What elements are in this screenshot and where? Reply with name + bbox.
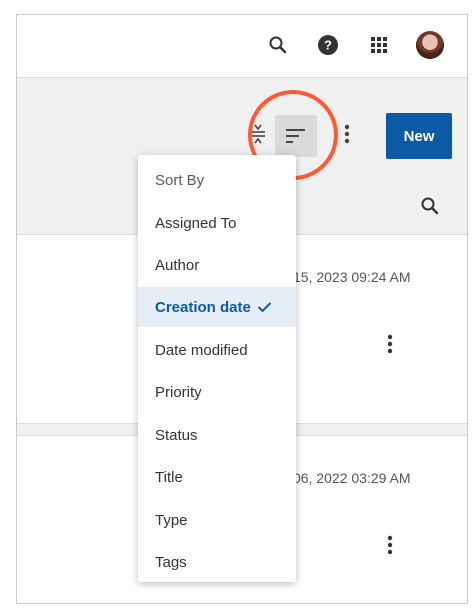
menu-item-label: Tags	[155, 553, 187, 571]
sort-option-creation-date[interactable]: Creation date	[138, 287, 296, 327]
menu-item-label: Date modified	[155, 341, 248, 359]
sort-option-tags[interactable]: Tags	[138, 542, 296, 582]
collapse-icon[interactable]	[243, 119, 273, 149]
menu-item-label: Priority	[155, 383, 202, 401]
sort-option-assigned-to[interactable]: Assigned To	[138, 203, 296, 243]
menu-item-label: Creation date	[155, 298, 251, 316]
sort-option-status[interactable]: Status	[138, 415, 296, 455]
sort-option-type[interactable]: Type	[138, 500, 296, 540]
help-icon[interactable]: ?	[313, 30, 343, 60]
apps-grid-icon[interactable]	[364, 30, 394, 60]
sort-option-title[interactable]: Title	[138, 457, 296, 497]
more-vertical-icon[interactable]	[375, 329, 405, 359]
card-date: 15, 2023 09:24 AM	[293, 269, 411, 285]
sort-button[interactable]	[275, 115, 317, 157]
avatar[interactable]	[416, 31, 444, 59]
checkmark-icon	[257, 301, 272, 313]
menu-item-label: Type	[155, 511, 188, 529]
sort-menu-title: Sort By	[155, 171, 205, 189]
search-icon[interactable]	[415, 191, 445, 221]
search-icon[interactable]	[263, 30, 293, 60]
top-bar: ?	[17, 15, 467, 78]
menu-item-label: Title	[155, 468, 183, 486]
svg-text:?: ?	[324, 38, 332, 53]
new-button[interactable]: New	[386, 113, 452, 159]
sort-menu: Sort By Assigned To Author Creation date…	[138, 155, 296, 582]
sort-option-priority[interactable]: Priority	[138, 372, 296, 412]
more-vertical-icon[interactable]	[332, 119, 362, 149]
more-vertical-icon[interactable]	[375, 530, 405, 560]
sort-option-date-modified[interactable]: Date modified	[138, 330, 296, 370]
menu-item-label: Status	[155, 426, 198, 444]
menu-item-label: Assigned To	[155, 214, 237, 232]
app-frame: ? New 15, 2023 09:24 AM 06, 2022 03:29 A…	[16, 14, 468, 604]
sort-icon	[286, 129, 306, 143]
card-date: 06, 2022 03:29 AM	[293, 470, 411, 486]
menu-item-label: Author	[155, 256, 200, 274]
sort-option-author[interactable]: Author	[138, 245, 296, 285]
